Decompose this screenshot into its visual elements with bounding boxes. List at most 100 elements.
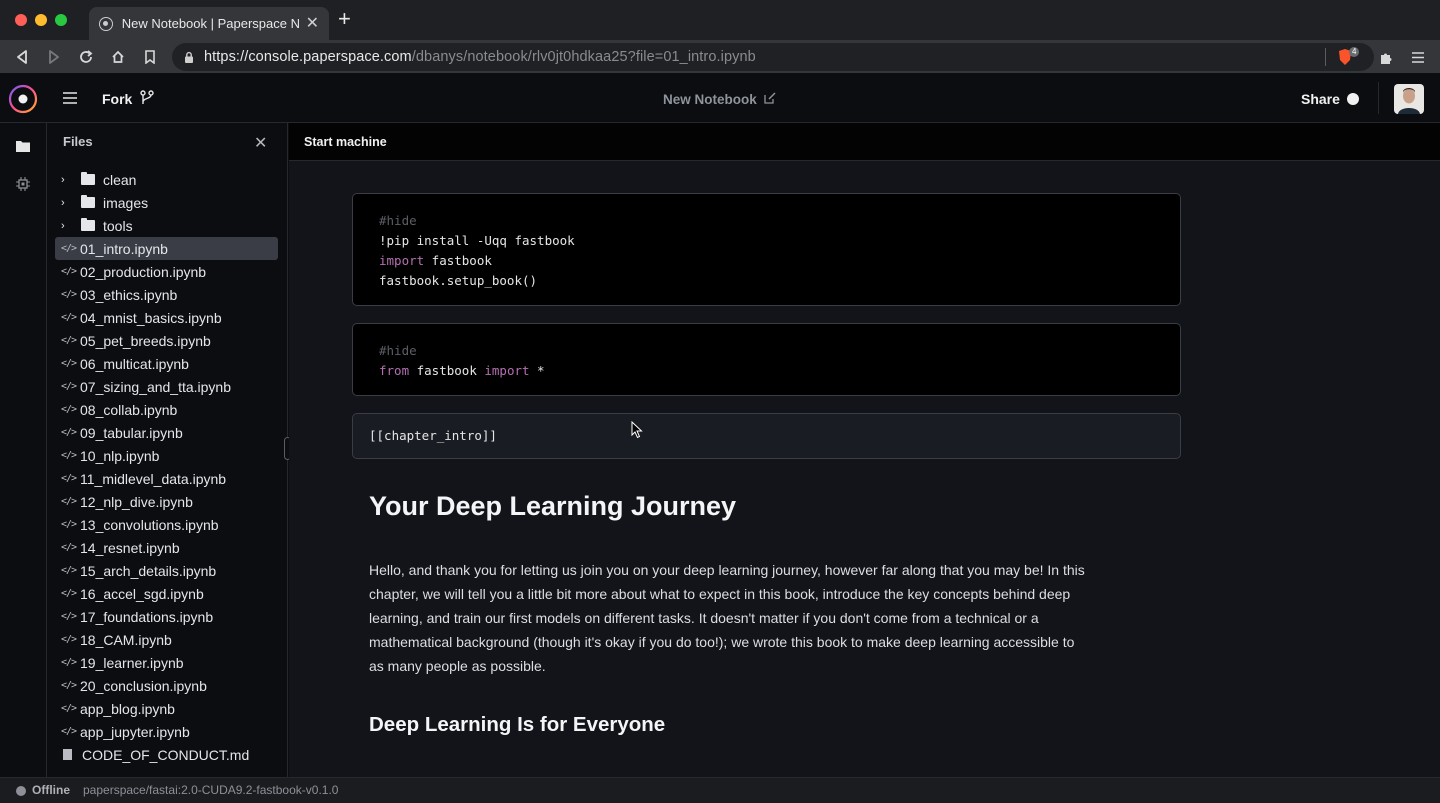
code-line: fastbook.setup_book() (379, 273, 538, 288)
close-panel-icon[interactable]: ✕ (254, 136, 267, 152)
shield-count-badge: 4 (1349, 47, 1360, 57)
menu-icon[interactable] (1407, 46, 1429, 68)
code-file-icon: </> (61, 542, 77, 553)
file-item[interactable]: </> 02_production.ipynb (55, 260, 278, 283)
tab-title: New Notebook | Paperspace Notebooks (121, 16, 300, 31)
files-panel: Files ✕ › clean › images › tools </> 01_intr… (47, 123, 288, 777)
edit-title-icon[interactable] (764, 92, 776, 104)
new-tab-icon[interactable]: + (338, 8, 351, 30)
minimize-window-button[interactable] (35, 14, 47, 26)
file-item[interactable]: </> 15_arch_details.ipynb (55, 559, 278, 582)
file-item[interactable]: </> 12_nlp_dive.ipynb (55, 490, 278, 513)
paperspace-logo-icon[interactable] (8, 84, 38, 114)
fork-icon[interactable] (140, 90, 154, 106)
code-file-icon: </> (61, 266, 77, 277)
code-file-icon: </> (61, 611, 77, 622)
file-item[interactable]: </> 13_convolutions.ipynb (55, 513, 278, 536)
reload-icon[interactable] (75, 46, 97, 68)
code-file-icon: </> (61, 680, 77, 691)
browser-tab[interactable]: New Notebook | Paperspace Notebooks ✕ (89, 7, 329, 40)
code-comment: #hide (379, 343, 417, 358)
code-cell[interactable]: #hide !pip install -Uqq fastbook import … (352, 193, 1181, 306)
code-file-icon: </> (61, 473, 77, 484)
file-item[interactable]: </> 09_tabular.ipynb (55, 421, 278, 444)
file-item[interactable]: </> 03_ethics.ipynb (55, 283, 278, 306)
back-icon[interactable] (11, 46, 33, 68)
folder-icon (81, 218, 95, 231)
files-icon[interactable] (16, 140, 30, 152)
file-item[interactable]: </> 20_conclusion.ipynb (55, 674, 278, 697)
file-item[interactable]: </> app_blog.ipynb (55, 697, 278, 720)
code-keyword: import (484, 363, 530, 378)
code-file-icon: </> (61, 634, 77, 645)
code-file-icon: </> (61, 703, 77, 714)
share-button[interactable]: Share (1301, 91, 1340, 107)
file-item[interactable]: </> 05_pet_breeds.ipynb (55, 329, 278, 352)
code-cell[interactable]: #hide from fastbook import * (352, 323, 1181, 396)
maximize-window-button[interactable] (55, 14, 67, 26)
fork-button[interactable]: Fork (102, 91, 132, 107)
machine-chip-icon[interactable] (16, 177, 30, 191)
code-file-icon: </> (61, 358, 77, 369)
chevron-right-icon: › (61, 173, 65, 186)
code-file-icon: </> (61, 404, 77, 415)
tab-close-icon[interactable]: ✕ (306, 15, 319, 32)
code-file-icon: </> (61, 243, 77, 254)
notebook-area: #hide !pip install -Uqq fastbook import … (289, 161, 1440, 777)
home-icon[interactable] (107, 46, 129, 68)
file-item[interactable]: </> 19_learner.ipynb (55, 651, 278, 674)
code-keyword: from (379, 363, 410, 378)
file-item[interactable]: </> 08_collab.ipynb (55, 398, 278, 421)
markdown-cell-raw[interactable]: [[chapter_intro]] (352, 413, 1181, 459)
status-bar: Offline paperspace/fastai:2.0-CUDA9.2-fa… (0, 777, 1440, 803)
extensions-icon[interactable] (1375, 46, 1397, 68)
file-item[interactable]: </> 14_resnet.ipynb (55, 536, 278, 559)
lock-icon (185, 51, 193, 63)
browser-tab-bar: New Notebook | Paperspace Notebooks ✕ + (0, 0, 1440, 40)
bookmark-icon[interactable] (139, 46, 161, 68)
file-item-selected[interactable]: </> 01_intro.ipynb (55, 237, 278, 260)
address-bar[interactable]: https://console.paperspace.com/dbanys/no… (172, 43, 1374, 71)
folder-item[interactable]: › clean (55, 168, 278, 191)
file-item[interactable]: </> 16_accel_sgd.ipynb (55, 582, 278, 605)
document-file-icon (63, 749, 72, 760)
left-rail (0, 123, 47, 777)
file-item[interactable]: </> 18_CAM.ipynb (55, 628, 278, 651)
machine-status: Offline (32, 783, 70, 797)
code-file-icon: </> (61, 496, 77, 507)
browser-toolbar: https://console.paperspace.com/dbanys/no… (0, 40, 1440, 73)
file-item[interactable]: </> 17_foundations.ipynb (55, 605, 278, 628)
file-item[interactable]: CODE_OF_CONDUCT.md (55, 743, 278, 766)
chevron-right-icon: › (61, 219, 65, 232)
code-comment: #hide (379, 213, 417, 228)
file-tree: › clean › images › tools </> 01_intro.ipynb … (55, 168, 278, 766)
file-item[interactable]: </> 10_nlp.ipynb (55, 444, 278, 467)
close-window-button[interactable] (15, 14, 27, 26)
url-text: https://console.paperspace.com/dbanys/no… (204, 49, 756, 65)
chevron-right-icon: › (61, 196, 65, 209)
file-item[interactable]: </> 11_midlevel_data.ipynb (55, 467, 278, 490)
folder-icon (81, 172, 95, 185)
folder-item[interactable]: › images (55, 191, 278, 214)
code-file-icon: </> (61, 519, 77, 530)
code-file-icon: </> (61, 381, 77, 392)
notebook-title[interactable]: New Notebook (663, 92, 757, 107)
file-item[interactable]: </> 06_multicat.ipynb (55, 352, 278, 375)
file-item[interactable]: </> app_jupyter.ipynb (55, 720, 278, 743)
folder-item[interactable]: › tools (55, 214, 278, 237)
code-line: from fastbook import * (379, 363, 545, 378)
code-file-icon: </> (61, 450, 77, 461)
avatar[interactable] (1394, 84, 1424, 114)
paperspace-favicon-icon (99, 16, 113, 31)
share-globe-icon[interactable] (1347, 93, 1359, 105)
code-file-icon: </> (61, 427, 77, 438)
file-item[interactable]: </> 04_mnist_basics.ipynb (55, 306, 278, 329)
file-item[interactable]: </> 07_sizing_and_tta.ipynb (55, 375, 278, 398)
markdown-paragraph: Hello, and thank you for letting us join… (369, 562, 1085, 674)
markdown-heading: Your Deep Learning Journey (369, 491, 737, 521)
forward-icon[interactable] (43, 46, 65, 68)
start-machine-button[interactable]: Start machine (304, 135, 387, 149)
code-keyword: import (379, 253, 425, 268)
code-file-icon: </> (61, 726, 77, 737)
hamburger-menu-icon[interactable] (63, 92, 77, 104)
